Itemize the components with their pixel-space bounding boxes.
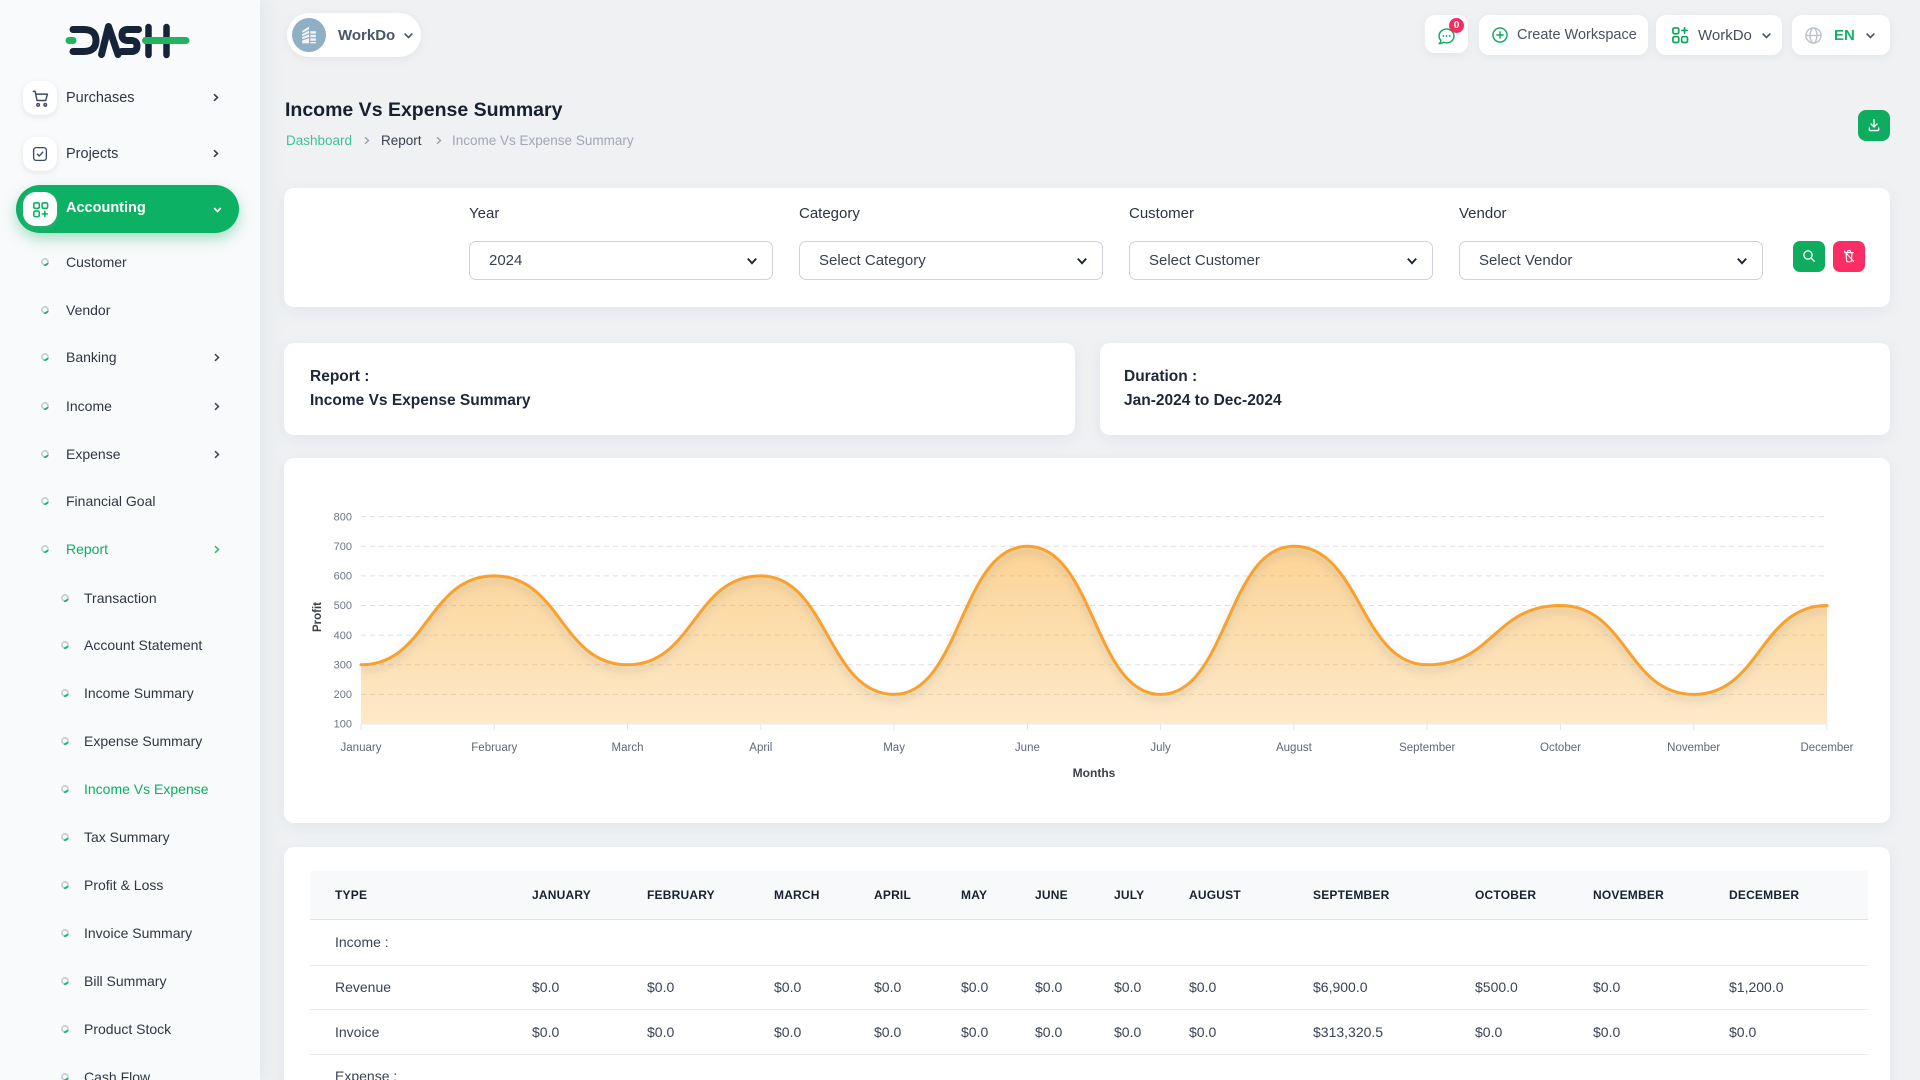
svg-text:January: January bbox=[341, 742, 382, 754]
svg-text:200: 200 bbox=[334, 689, 352, 701]
svg-text:August: August bbox=[1276, 742, 1313, 754]
svg-text:300: 300 bbox=[334, 660, 352, 672]
svg-text:November: November bbox=[1667, 742, 1720, 754]
svg-text:February: February bbox=[471, 742, 517, 754]
svg-text:September: September bbox=[1399, 742, 1455, 754]
svg-text:October: October bbox=[1540, 742, 1581, 754]
svg-text:500: 500 bbox=[334, 600, 352, 612]
svg-text:June: June bbox=[1015, 742, 1040, 754]
svg-text:600: 600 bbox=[334, 571, 352, 583]
svg-text:400: 400 bbox=[334, 630, 352, 642]
svg-text:April: April bbox=[749, 742, 772, 754]
svg-text:Months: Months bbox=[1073, 766, 1116, 780]
svg-text:100: 100 bbox=[334, 719, 352, 731]
svg-text:December: December bbox=[1800, 742, 1853, 754]
svg-text:May: May bbox=[883, 742, 905, 754]
svg-text:800: 800 bbox=[334, 511, 352, 523]
svg-text:March: March bbox=[612, 742, 644, 754]
svg-text:Profit: Profit bbox=[312, 602, 324, 632]
svg-text:July: July bbox=[1150, 742, 1171, 754]
svg-text:700: 700 bbox=[334, 541, 352, 553]
